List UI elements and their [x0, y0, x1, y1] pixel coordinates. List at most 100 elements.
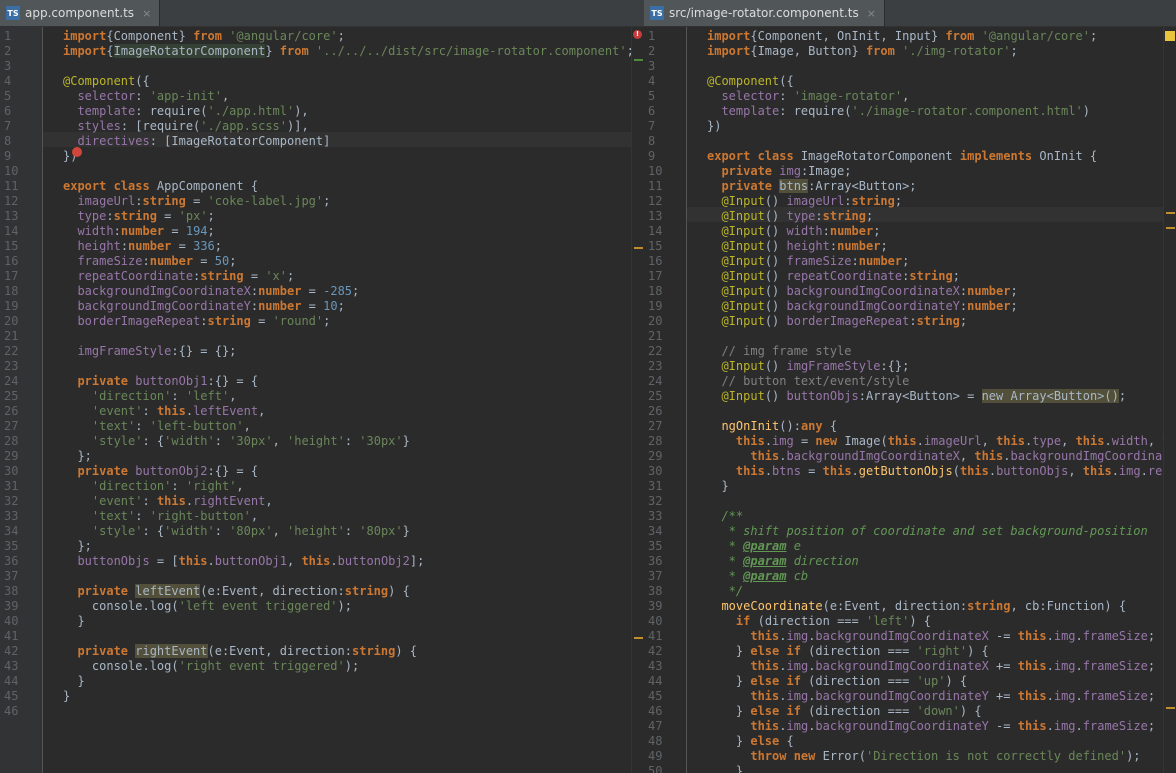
code-line[interactable]: @Input() repeatCoordinate:string; — [707, 269, 959, 284]
line-number[interactable]: 21 — [0, 329, 34, 344]
line-number[interactable]: 40 — [0, 614, 34, 629]
code-editor-right[interactable]: 1 2 3 4 5 6 7 8 9 10 11 12 13 14 15 16 17 18 19 20 21 22 23 24 2… — [644, 27, 1176, 773]
code-line[interactable]: // button text/event/style — [707, 374, 909, 389]
line-number[interactable]: 20 — [644, 314, 678, 329]
code-line[interactable]: @Input() buttonObjs:Array<Button> = new … — [707, 389, 1126, 404]
line-number[interactable]: 28 — [644, 434, 678, 449]
line-number[interactable]: 12 — [644, 194, 678, 209]
code-line[interactable]: @Component({ — [707, 74, 794, 89]
line-number[interactable]: 8 — [644, 134, 678, 149]
warning-stripe[interactable] — [634, 637, 643, 639]
code-line[interactable]: } — [707, 479, 728, 494]
code-line[interactable]: this.img.backgroundImgCoordinateY -= thi… — [707, 719, 1155, 734]
line-number[interactable]: 41 — [0, 629, 34, 644]
code-line[interactable]: backgroundImgCoordinateX:number = -285; — [63, 284, 359, 299]
line-number[interactable]: 50 — [644, 764, 678, 773]
code-line[interactable]: @Component({ — [63, 74, 150, 89]
code-line[interactable]: } — [63, 614, 84, 629]
code-line[interactable]: } — [63, 689, 70, 704]
line-number[interactable]: 13 — [644, 209, 678, 224]
code-line[interactable]: 'direction': 'left', — [63, 389, 237, 404]
line-number[interactable]: 46 — [644, 704, 678, 719]
line-number[interactable]: 32 — [644, 494, 678, 509]
line-number[interactable]: 31 — [644, 479, 678, 494]
code-line[interactable]: @Input() height:number; — [707, 239, 887, 254]
code-area[interactable]: import{Component} from '@angular/core'; i… — [63, 27, 634, 773]
line-number[interactable]: 27 — [644, 419, 678, 434]
line-number[interactable]: 31 — [0, 479, 34, 494]
code-line[interactable]: selector: 'app-init', — [63, 89, 229, 104]
line-number[interactable]: 23 — [0, 359, 34, 374]
code-line[interactable]: import{ImageRotatorComponent} from '../.… — [63, 44, 634, 59]
line-number[interactable]: 44 — [0, 674, 34, 689]
line-number[interactable]: 16 — [0, 254, 34, 269]
line-number[interactable]: 37 — [644, 569, 678, 584]
line-number[interactable]: 38 — [0, 584, 34, 599]
line-number[interactable]: 17 — [0, 269, 34, 284]
line-number[interactable]: 35 — [0, 539, 34, 554]
code-line[interactable]: * @param e — [707, 539, 801, 554]
inspection-status-icon[interactable] — [1165, 31, 1175, 41]
line-number[interactable]: 4 — [0, 74, 34, 89]
line-number[interactable]: 35 — [644, 539, 678, 554]
line-number[interactable]: 6 — [0, 104, 34, 119]
line-number[interactable]: 44 — [644, 674, 678, 689]
line-number[interactable]: 7 — [0, 119, 34, 134]
line-number[interactable]: 15 — [0, 239, 34, 254]
tab-app-component[interactable]: TS app.component.ts × — [0, 0, 161, 26]
code-line[interactable]: backgroundImgCoordinateY:number = 10; — [63, 299, 344, 314]
code-line[interactable]: * @param direction — [707, 554, 859, 569]
code-line[interactable]: @Input() width:number; — [707, 224, 880, 239]
line-number[interactable]: 43 — [0, 659, 34, 674]
line-number[interactable]: 47 — [644, 719, 678, 734]
line-number[interactable]: 43 — [644, 659, 678, 674]
code-line[interactable]: import{Component} from '@angular/core'; — [63, 29, 345, 44]
line-number[interactable]: 1 — [0, 29, 34, 44]
code-line[interactable]: console.log('right event triggered'); — [63, 659, 359, 674]
code-line[interactable]: }; — [63, 449, 91, 464]
line-number[interactable]: 2 — [0, 44, 34, 59]
code-line[interactable]: } — [63, 674, 84, 689]
line-number[interactable]: 33 — [0, 509, 34, 524]
code-line[interactable]: 'event': this.rightEvent, — [63, 494, 273, 509]
line-number[interactable]: 37 — [0, 569, 34, 584]
line-number[interactable]: 22 — [0, 344, 34, 359]
code-line[interactable]: * @param cb — [707, 569, 809, 584]
code-line[interactable]: @Input() borderImageRepeat:string; — [707, 314, 967, 329]
close-tab-icon[interactable]: × — [142, 7, 151, 20]
line-number[interactable]: 26 — [644, 404, 678, 419]
code-line[interactable]: import{Component, OnInit, Input} from '@… — [707, 29, 1097, 44]
code-line[interactable]: * shift position of coordinate and set b… — [707, 524, 1148, 539]
line-number[interactable]: 16 — [644, 254, 678, 269]
code-line[interactable]: throw new Error('Direction is not correc… — [707, 749, 1140, 764]
line-number[interactable]: 25 — [644, 389, 678, 404]
code-line[interactable]: imgFrameStyle:{} = {}; — [63, 344, 236, 359]
code-area[interactable]: import{Component, OnInit, Input} from '@… — [707, 27, 1176, 773]
code-line[interactable]: this.img.backgroundImgCoordinateX += thi… — [707, 659, 1155, 674]
line-number[interactable]: 34 — [644, 524, 678, 539]
editor-scrollbar[interactable]: ! — [631, 27, 644, 773]
line-number[interactable]: 2 — [644, 44, 678, 59]
line-number[interactable]: 9 — [644, 149, 678, 164]
line-number[interactable]: 46 — [0, 704, 34, 719]
warning-stripe[interactable] — [634, 247, 643, 249]
code-line[interactable]: 'direction': 'right', — [63, 479, 244, 494]
code-line[interactable]: if (direction === 'left') { — [707, 614, 931, 629]
code-line[interactable]: }; — [63, 539, 91, 554]
line-number[interactable]: 14 — [644, 224, 678, 239]
line-number[interactable]: 19 — [0, 299, 34, 314]
code-line[interactable]: borderImageRepeat:string = 'round'; — [63, 314, 330, 329]
close-tab-icon[interactable]: × — [867, 7, 876, 20]
code-line[interactable]: */ — [707, 584, 743, 599]
code-line[interactable]: export class AppComponent { — [63, 179, 258, 194]
line-number[interactable]: 39 — [0, 599, 34, 614]
code-line[interactable]: @Input() imageUrl:string; — [707, 194, 902, 209]
code-line[interactable]: } else if (direction === 'down') { — [707, 704, 982, 719]
line-number[interactable]: 19 — [644, 299, 678, 314]
code-line[interactable]: this.backgroundImgCoordinateX, this.back… — [707, 449, 1176, 464]
line-number[interactable]: 15 — [644, 239, 678, 254]
line-number[interactable]: 34 — [0, 524, 34, 539]
code-line[interactable]: @Input() imgFrameStyle:{}; — [707, 359, 909, 374]
line-number[interactable]: 9 — [0, 149, 34, 164]
code-line[interactable]: 'style': {'width': '80px', 'height': '80… — [63, 524, 410, 539]
